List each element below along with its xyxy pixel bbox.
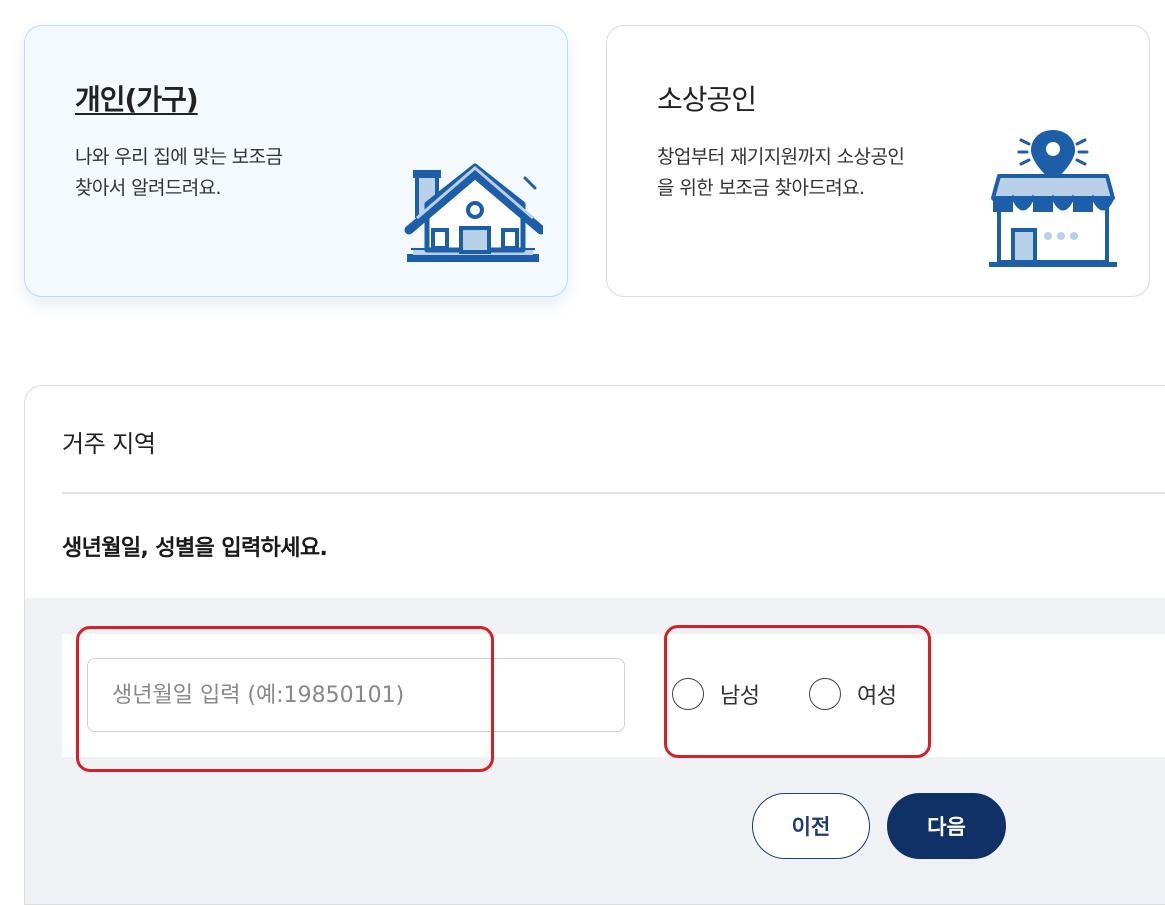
gender-radio-male[interactable]: 남성 xyxy=(672,678,760,710)
radio-circle-male[interactable] xyxy=(672,678,704,710)
business-card-title: 소상공인 xyxy=(657,83,757,116)
input-section-background: 남성 여성 이전 다음 xyxy=(25,598,1165,904)
personal-household-card[interactable]: 개인(가구) 나와 우리 집에 맞는 보조금 찾아서 알려드려요. xyxy=(24,25,568,297)
section-divider xyxy=(62,492,1165,494)
residence-region-label[interactable]: 거주 지역 xyxy=(62,424,156,459)
business-card-description: 창업부터 재기지원까지 소상공인 을 위한 보조금 찾아드려요. xyxy=(657,142,967,204)
personal-desc-line-2: 찾아서 알려드려요. xyxy=(75,177,222,199)
gender-label-male: 남성 xyxy=(720,684,760,709)
gender-radio-female[interactable]: 여성 xyxy=(809,678,897,710)
personal-card-description: 나와 우리 집에 맞는 보조금 찾아서 알려드려요. xyxy=(75,142,385,204)
business-desc-line-1: 창업부터 재기지원까지 소상공인 xyxy=(657,146,905,168)
birthdate-input[interactable] xyxy=(87,658,625,732)
house-icon xyxy=(404,163,543,262)
input-row: 남성 여성 xyxy=(62,634,1165,757)
radio-circle-female[interactable] xyxy=(809,678,841,710)
next-button[interactable]: 다음 xyxy=(887,793,1006,859)
subsidy-search-form: 거주 지역 생년월일, 성별을 입력하세요. 남성 여성 이전 다음 xyxy=(24,385,1165,905)
birthdate-gender-instruction: 생년월일, 성별을 입력하세요. xyxy=(62,536,328,561)
business-desc-line-2: 을 위한 보조금 찾아드려요. xyxy=(657,177,865,199)
personal-card-title: 개인(가구) xyxy=(75,83,199,116)
small-business-card[interactable]: 소상공인 창업부터 재기지원까지 소상공인 을 위한 보조금 찾아드려요. xyxy=(606,25,1150,297)
previous-button[interactable]: 이전 xyxy=(752,793,870,859)
personal-desc-line-1: 나와 우리 집에 맞는 보조금 xyxy=(75,146,283,168)
gender-label-female: 여성 xyxy=(857,684,897,709)
storefront-location-icon xyxy=(989,130,1117,267)
